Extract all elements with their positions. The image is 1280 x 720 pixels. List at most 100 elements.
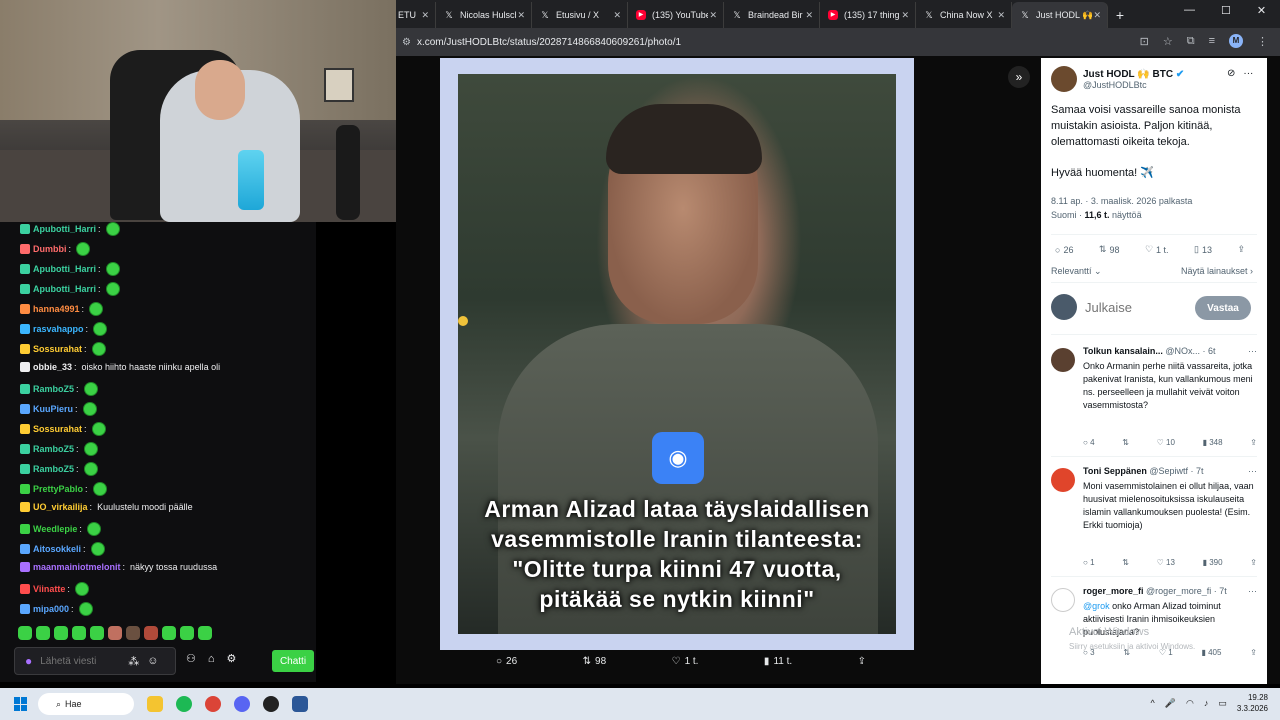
views-button[interactable]: ▮ 11 t.: [764, 656, 792, 667]
browser-tab[interactable]: 𝕏 Just HODL 🙌 ✕: [1012, 2, 1108, 28]
browser-tab[interactable]: ▶ (135) 17 thing ✕: [820, 2, 916, 28]
close-tab-icon[interactable]: ✕: [421, 10, 429, 21]
share-icon[interactable]: ⇪: [1237, 244, 1245, 255]
emote-icon[interactable]: [18, 626, 32, 640]
author-name[interactable]: Just HODL 🙌 BTC: [1083, 69, 1173, 80]
chat-username[interactable]: Sossurahat: [33, 344, 82, 354]
chat-username[interactable]: Aitosokkeli: [33, 544, 81, 554]
emote-icon[interactable]: [54, 626, 68, 640]
reply-count[interactable]: ○ 26: [1055, 244, 1073, 255]
start-button[interactable]: [14, 697, 28, 711]
profile-avatar[interactable]: M: [1229, 34, 1243, 48]
clock[interactable]: 19.28 3.3.2026: [1237, 692, 1268, 714]
close-tab-icon[interactable]: ✕: [709, 10, 717, 21]
discord-icon[interactable]: [234, 696, 250, 712]
close-window-icon[interactable]: ✕: [1257, 4, 1266, 17]
quotes-link[interactable]: Näytä lainaukset ›: [1181, 266, 1253, 277]
close-tab-icon[interactable]: ✕: [901, 10, 909, 21]
chat-username[interactable]: UO_virkailija: [33, 502, 88, 512]
mic-icon[interactable]: ●: [25, 654, 32, 668]
browser-tab[interactable]: 𝕏 Braindead Bir ✕: [724, 2, 820, 28]
chat-username[interactable]: Dumbbi: [33, 244, 67, 254]
obs-icon[interactable]: [263, 696, 279, 712]
url-text[interactable]: x.com/JustHODLBtc/status/202871486684060…: [417, 37, 681, 48]
file-explorer-icon[interactable]: [147, 696, 163, 712]
emote-icon[interactable]: [144, 626, 158, 640]
new-tab-button[interactable]: +: [1108, 2, 1132, 28]
chrome-icon[interactable]: [205, 696, 221, 712]
browser-tab[interactable]: 𝕏 Etusivu / X ✕: [532, 2, 628, 28]
chat-username[interactable]: Sossurahat: [33, 424, 82, 434]
chat-username[interactable]: Apubotti_Harri: [33, 224, 96, 234]
store-icon[interactable]: ⌂: [208, 653, 215, 665]
chat-input[interactable]: [40, 655, 121, 667]
chat-send-button[interactable]: Chatti: [272, 650, 314, 672]
chat-username[interactable]: RamboZ5: [33, 444, 74, 454]
emote-icon[interactable]: [162, 626, 176, 640]
emote-icon[interactable]: [108, 626, 122, 640]
emoji-icon[interactable]: ☺: [147, 655, 158, 667]
browser-tab[interactable]: 𝕏 China Now X ✕: [916, 2, 1012, 28]
install-icon[interactable]: ⊡: [1140, 35, 1149, 48]
maximize-icon[interactable]: ☐: [1221, 4, 1231, 17]
battery-icon[interactable]: ▭: [1218, 698, 1227, 709]
taskbar-search[interactable]: ⌕ Hae: [38, 693, 134, 715]
volume-icon[interactable]: ♪: [1204, 698, 1209, 708]
sort-dropdown[interactable]: Relevanttí ⌄: [1051, 266, 1102, 277]
minimize-icon[interactable]: —: [1184, 4, 1195, 17]
close-tab-icon[interactable]: ✕: [1093, 10, 1101, 21]
expand-panel-icon[interactable]: »: [1008, 66, 1030, 88]
chat-username[interactable]: Apubotti_Harri: [33, 264, 96, 274]
chat-username[interactable]: RamboZ5: [33, 384, 74, 394]
chat-username[interactable]: Weedlepie: [33, 524, 77, 534]
reply-input[interactable]: [1085, 299, 1181, 315]
settings-icon[interactable]: ⚙: [227, 652, 237, 665]
chat-username[interactable]: Viinatte: [33, 584, 65, 594]
chat-username[interactable]: obbie_33: [33, 362, 72, 372]
chat-username[interactable]: RamboZ5: [33, 464, 74, 474]
extensions-icon[interactable]: ⧉: [1187, 35, 1195, 48]
close-tab-icon[interactable]: ✕: [997, 10, 1005, 21]
translate-icon[interactable]: ⁂: [128, 655, 139, 668]
site-info-icon[interactable]: ⚙: [402, 37, 411, 48]
close-tab-icon[interactable]: ✕: [805, 10, 813, 21]
wifi-icon[interactable]: ◠: [1186, 698, 1194, 709]
browser-tab[interactable]: 𝕏 Nicolas Hulsch ✕: [436, 2, 532, 28]
emote-icon[interactable]: [198, 626, 212, 640]
mic-tray-icon[interactable]: 🎤: [1165, 698, 1176, 709]
like-button[interactable]: ♡ 1 t.: [672, 656, 699, 667]
chat-username[interactable]: KuuPieru: [33, 404, 73, 414]
chat-username[interactable]: hanna4991: [33, 304, 80, 314]
share-button[interactable]: ⇪: [858, 656, 866, 667]
bookmark-count[interactable]: ▯ 13: [1194, 244, 1212, 255]
author-avatar[interactable]: [1051, 66, 1077, 92]
close-tab-icon[interactable]: ✕: [613, 10, 621, 21]
chat-username[interactable]: rasvahappo: [33, 324, 84, 334]
chat-username[interactable]: mipa000: [33, 604, 69, 614]
emote-icon[interactable]: [180, 626, 194, 640]
spotify-icon[interactable]: [176, 696, 192, 712]
more-icon[interactable]: ···: [1243, 68, 1253, 79]
chat-username[interactable]: maanmainiotmelonit: [33, 562, 121, 572]
grok-icon[interactable]: ⊘: [1227, 68, 1235, 79]
reply-button[interactable]: ○ 26: [496, 656, 517, 667]
notepad-icon[interactable]: [292, 696, 308, 712]
chevron-up-icon[interactable]: ^: [1151, 698, 1155, 708]
emote-icon[interactable]: [126, 626, 140, 640]
menu-icon[interactable]: ⋮: [1257, 35, 1268, 48]
like-count[interactable]: ♡ 1 t.: [1145, 244, 1169, 255]
repost-count[interactable]: ⇅ 98: [1099, 244, 1120, 255]
emote-icon[interactable]: [72, 626, 86, 640]
emote-icon[interactable]: [90, 626, 104, 640]
close-tab-icon[interactable]: ✕: [517, 10, 525, 21]
media-icon[interactable]: ≡: [1209, 35, 1215, 47]
chat-username[interactable]: Apubotti_Harri: [33, 284, 96, 294]
reply-submit-button[interactable]: Vastaa: [1195, 296, 1251, 320]
repost-button[interactable]: ⇅ 98: [583, 656, 607, 667]
points-icon[interactable]: ⚇: [186, 652, 196, 665]
bookmark-star-icon[interactable]: ☆: [1163, 35, 1173, 48]
browser-tab[interactable]: ▶ (135) YouTube ✕: [628, 2, 724, 28]
author-handle[interactable]: @JustHODLBtc: [1083, 80, 1184, 90]
chat-username[interactable]: PrettyPablo: [33, 484, 83, 494]
tweet-photo[interactable]: ◉ Arman Alizad lataa täyslaidallisen vas…: [458, 74, 896, 634]
